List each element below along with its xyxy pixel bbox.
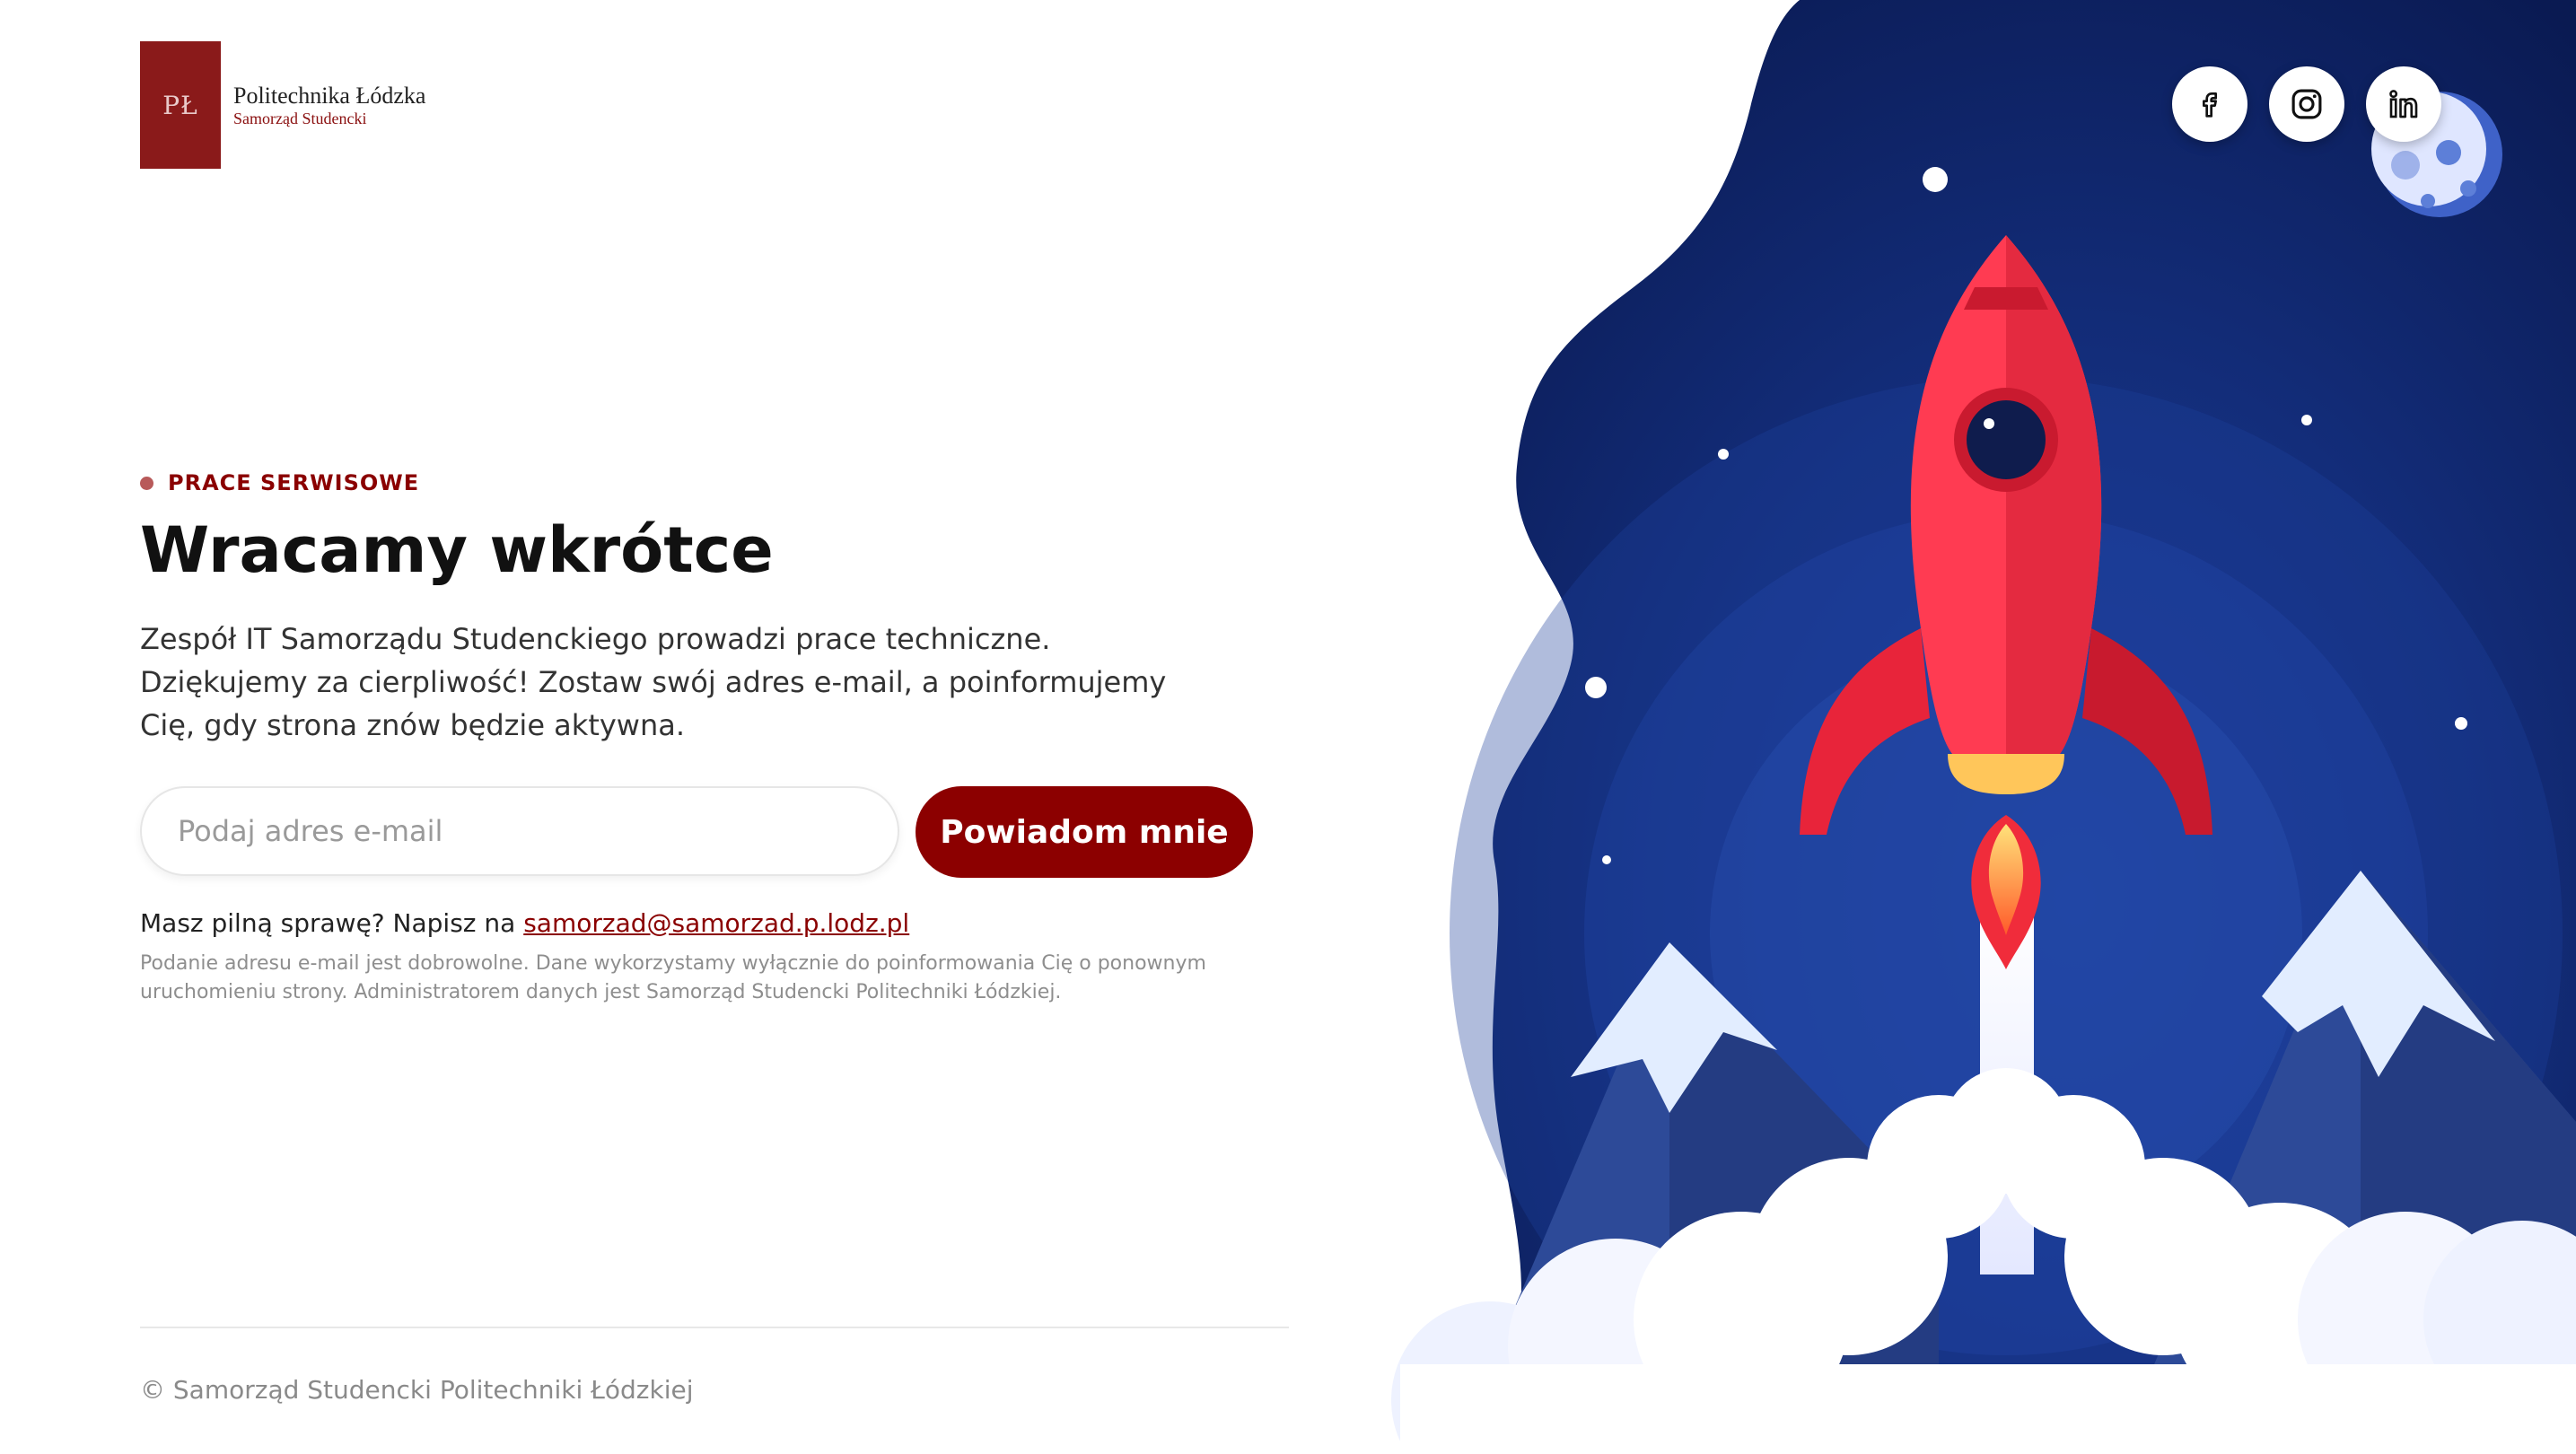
brand-logo[interactable]: PŁ Politechnika Łódzka Samorząd Studenck… xyxy=(140,41,425,169)
content-panel: PŁ Politechnika Łódzka Samorząd Studenck… xyxy=(0,0,1346,1450)
contact-email-link[interactable]: samorzad@samorzad.p.lodz.pl xyxy=(523,908,909,938)
star xyxy=(1923,167,1948,192)
urgent-contact-text: Masz pilną sprawę? Napisz na xyxy=(140,908,524,938)
star xyxy=(2301,415,2312,425)
instagram-icon xyxy=(2291,89,2322,119)
email-field[interactable] xyxy=(140,786,899,876)
status-dot-icon xyxy=(140,476,153,490)
star xyxy=(1718,449,1729,460)
privacy-note: Podanie adresu e-mail jest dobrowolne. D… xyxy=(140,952,1206,1003)
facebook-icon xyxy=(2203,92,2217,118)
crest-icon: PŁ xyxy=(140,41,221,169)
notify-button[interactable]: Powiadom mnie xyxy=(916,786,1253,878)
rocket-illustration xyxy=(1346,0,2576,1454)
brand-name: Politechnika Łódzka xyxy=(233,82,426,109)
space-scene xyxy=(1391,0,2576,1454)
facebook-link[interactable] xyxy=(2172,66,2247,142)
page-title: Wracamy wkrótce xyxy=(140,513,774,587)
linkedin-link[interactable] xyxy=(2366,66,2441,142)
footer-copyright: © Samorząd Studencki Politechniki Łódzki… xyxy=(140,1375,694,1405)
footer-divider xyxy=(140,1327,1289,1328)
brand-text: Politechnika Łódzka Samorząd Studencki xyxy=(233,83,425,128)
urgent-contact: Masz pilną sprawę? Napisz na samorzad@sa… xyxy=(140,908,909,938)
social-links xyxy=(2172,66,2441,142)
brand-subtitle: Samorząd Studencki xyxy=(233,109,367,127)
instagram-link[interactable] xyxy=(2269,66,2344,142)
linkedin-icon xyxy=(2389,90,2418,118)
star xyxy=(2455,717,2467,730)
status-badge: PRACE SERWISOWE xyxy=(140,470,419,495)
status-label: PRACE SERWISOWE xyxy=(168,470,420,495)
star xyxy=(1602,855,1611,864)
page-description: Zespół IT Samorządu Studenckiego prowadz… xyxy=(140,622,1167,742)
star xyxy=(1585,677,1607,698)
